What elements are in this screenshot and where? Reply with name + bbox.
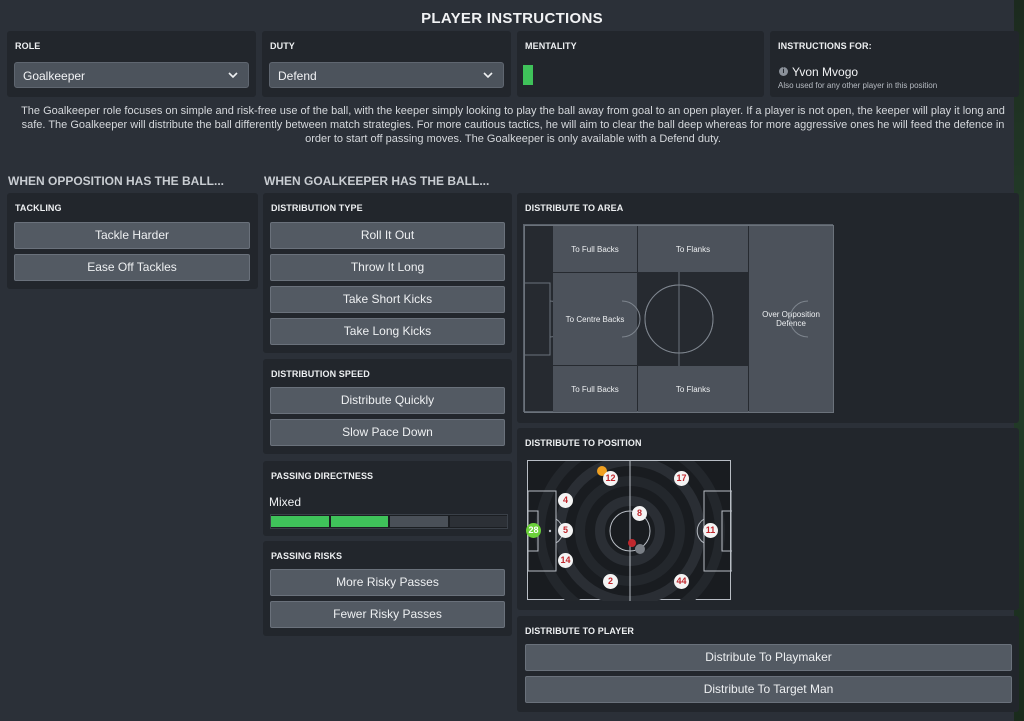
passing-directness-label: PASSING DIRECTNESS xyxy=(271,471,374,481)
take-short-kicks-button[interactable]: Take Short Kicks xyxy=(270,286,505,313)
duty-label: DUTY xyxy=(270,41,295,51)
directness-segment xyxy=(330,516,388,527)
chevron-down-icon xyxy=(228,72,238,79)
distribute-area-pitch: To Full Backs To Flanks To Centre Backs … xyxy=(523,224,834,413)
duty-select[interactable]: Defend xyxy=(269,62,504,88)
role-select[interactable]: Goalkeeper xyxy=(14,62,249,88)
opposition-section-heading: WHEN OPPOSITION HAS THE BALL... xyxy=(8,174,225,188)
passing-risks-label: PASSING RISKS xyxy=(271,551,343,561)
role-description: The Goalkeeper role focuses on simple an… xyxy=(21,105,1005,145)
mentality-label: MENTALITY xyxy=(525,41,577,51)
duty-select-value: Defend xyxy=(278,69,317,83)
directness-segment xyxy=(449,516,507,527)
slow-pace-down-button[interactable]: Slow Pace Down xyxy=(270,419,505,446)
zone-centre-backs[interactable]: To Centre Backs xyxy=(553,273,637,365)
ease-off-tackles-button[interactable]: Ease Off Tackles xyxy=(14,254,250,281)
distribute-to-player-label: DISTRIBUTE TO PLAYER xyxy=(525,626,635,636)
tackle-harder-button[interactable]: Tackle Harder xyxy=(14,222,250,249)
player-name: Yvon Mvogo xyxy=(792,65,859,79)
tackling-label: TACKLING xyxy=(15,203,62,213)
distribute-to-target-man-button[interactable]: Distribute To Target Man xyxy=(525,676,1012,703)
distribution-speed-label: DISTRIBUTION SPEED xyxy=(271,369,370,379)
position-note: Also used for any other player in this p… xyxy=(778,81,938,90)
passing-risks-panel: PASSING RISKS More Risky Passes Fewer Ri… xyxy=(263,541,512,636)
role-select-value: Goalkeeper xyxy=(23,69,86,83)
more-risky-passes-button[interactable]: More Risky Passes xyxy=(270,569,505,596)
zone-flanks-bottom[interactable]: To Flanks xyxy=(638,366,748,412)
passing-directness-slider[interactable] xyxy=(270,514,508,529)
player-marker[interactable]: 12 xyxy=(603,471,618,486)
player-marker[interactable]: 2 xyxy=(603,574,618,589)
player-marker[interactable]: 11 xyxy=(703,523,718,538)
roll-it-out-button[interactable]: Roll It Out xyxy=(270,222,505,249)
player-marker-keeper[interactable]: 28 xyxy=(526,523,541,538)
instructions-for-label: INSTRUCTIONS FOR: xyxy=(778,41,872,51)
distribute-to-player-panel: DISTRIBUTE TO PLAYER Distribute To Playm… xyxy=(517,616,1019,712)
player-marker[interactable]: 17 xyxy=(674,471,689,486)
passing-directness-value: Mixed xyxy=(269,495,302,509)
take-long-kicks-button[interactable]: Take Long Kicks xyxy=(270,318,505,345)
passing-directness-panel: PASSING DIRECTNESS Mixed xyxy=(263,461,512,536)
goalkeeper-section-heading: WHEN GOALKEEPER HAS THE BALL... xyxy=(264,174,490,188)
player-marker[interactable]: 4 xyxy=(558,493,573,508)
player-marker[interactable]: 44 xyxy=(674,574,689,589)
instructions-for-panel: INSTRUCTIONS FOR: i Yvon Mvogo Also used… xyxy=(770,31,1019,97)
mentality-indicator xyxy=(523,65,533,85)
distribute-to-position-label: DISTRIBUTE TO POSITION xyxy=(525,438,642,448)
info-icon: i xyxy=(779,67,788,76)
zone-full-backs-top[interactable]: To Full Backs xyxy=(553,226,637,272)
distribute-to-playmaker-button[interactable]: Distribute To Playmaker xyxy=(525,644,1012,671)
distribute-to-area-label: DISTRIBUTE TO AREA xyxy=(525,203,624,213)
player-marker[interactable]: 5 xyxy=(558,523,573,538)
duty-panel: DUTY Defend xyxy=(262,31,511,97)
distribution-speed-panel: DISTRIBUTION SPEED Distribute Quickly Sl… xyxy=(263,359,512,454)
directness-segment xyxy=(390,516,448,527)
zone-full-backs-bottom[interactable]: To Full Backs xyxy=(553,366,637,412)
throw-it-long-button[interactable]: Throw It Long xyxy=(270,254,505,281)
zone-over-opposition-defence[interactable]: Over Opposition Defence xyxy=(749,226,833,412)
directness-segment xyxy=(271,516,329,527)
mentality-panel: MENTALITY xyxy=(517,31,764,97)
role-label: ROLE xyxy=(15,41,41,51)
distribute-quickly-button[interactable]: Distribute Quickly xyxy=(270,387,505,414)
instructions-window: PLAYER INSTRUCTIONS ROLE Goalkeeper DUTY… xyxy=(0,0,1024,721)
distribution-type-panel: DISTRIBUTION TYPE Roll It Out Throw It L… xyxy=(263,193,512,353)
chevron-down-icon xyxy=(483,72,493,79)
page-title: PLAYER INSTRUCTIONS xyxy=(421,10,603,27)
distribution-type-label: DISTRIBUTION TYPE xyxy=(271,203,363,213)
zone-flanks-top[interactable]: To Flanks xyxy=(638,226,748,272)
tackling-panel: TACKLING Tackle Harder Ease Off Tackles xyxy=(7,193,258,289)
role-panel: ROLE Goalkeeper xyxy=(7,31,256,97)
fewer-risky-passes-button[interactable]: Fewer Risky Passes xyxy=(270,601,505,628)
player-marker[interactable]: 8 xyxy=(632,506,647,521)
player-marker[interactable]: 14 xyxy=(558,553,573,568)
position-pitch: 28 12 17 4 8 11 5 14 2 44 xyxy=(526,460,732,601)
